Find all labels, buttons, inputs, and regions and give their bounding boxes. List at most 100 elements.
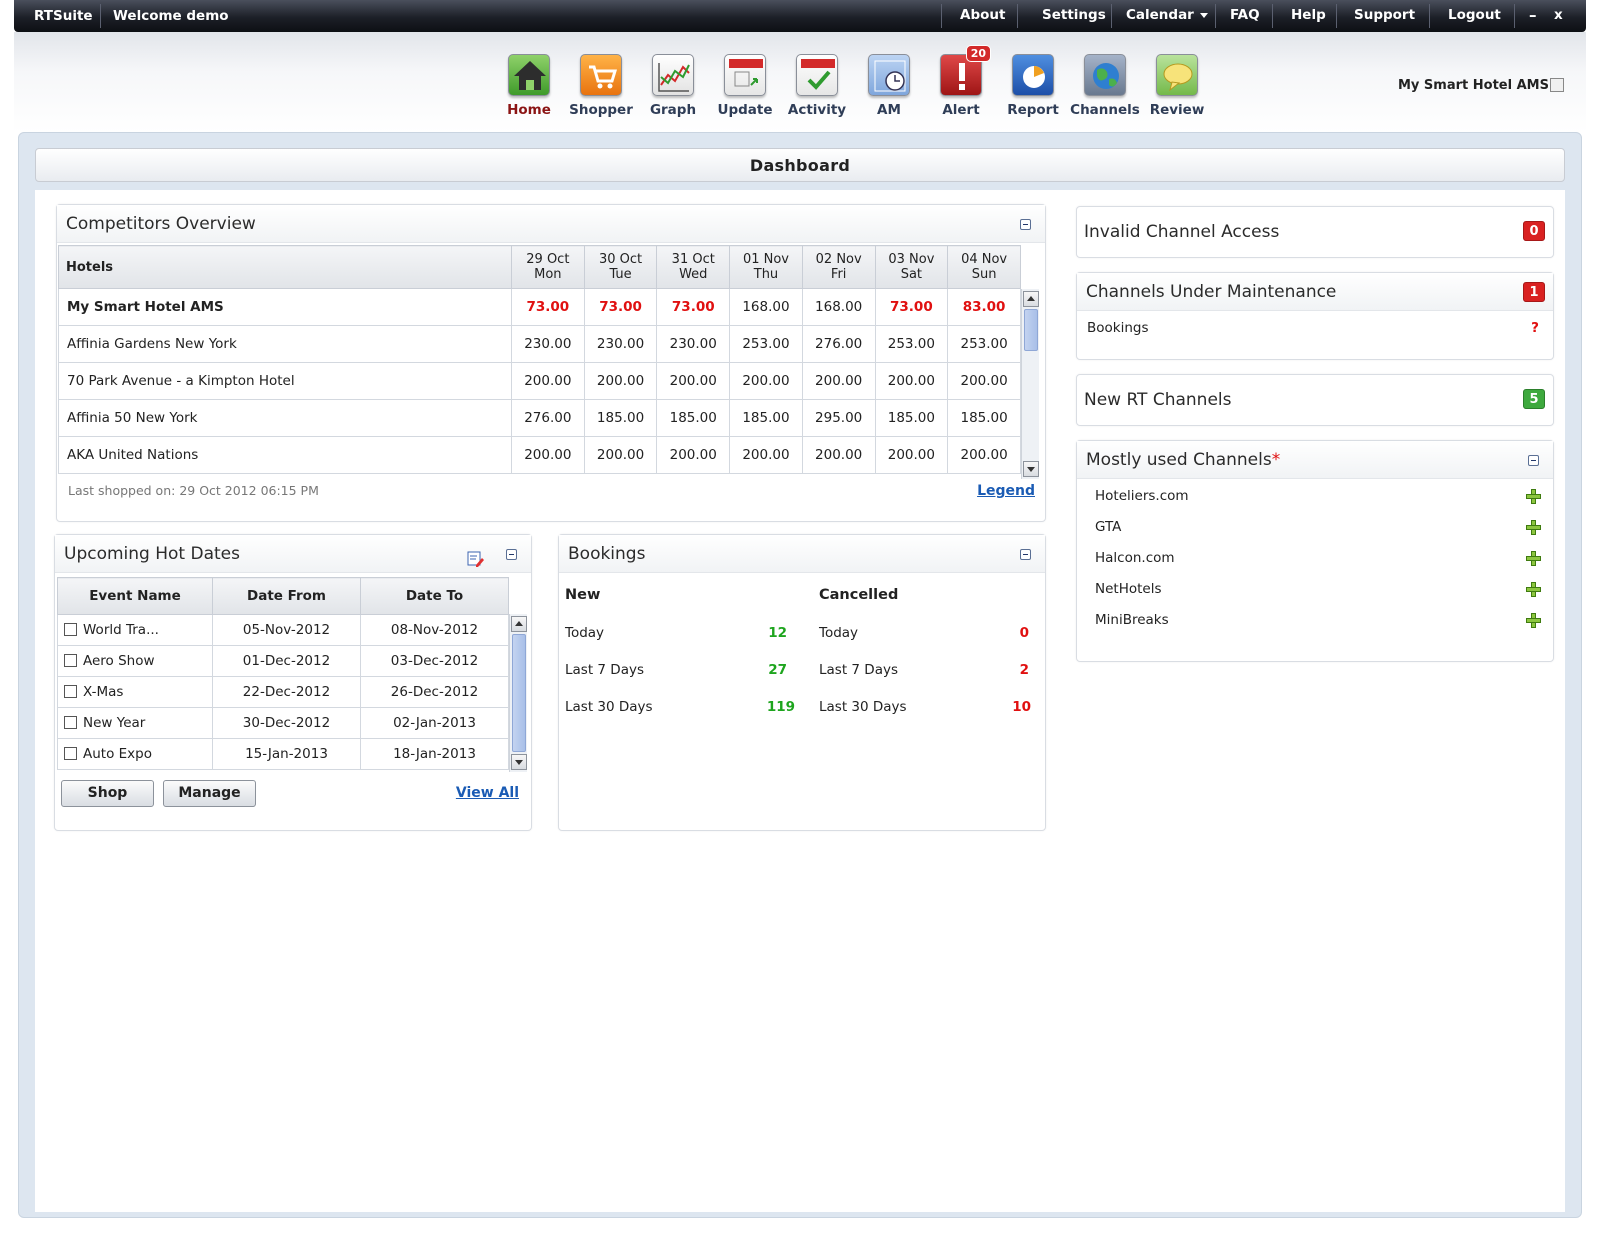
rate-cell[interactable]: 295.00: [801, 399, 876, 437]
cancelled-today-value[interactable]: 0: [989, 625, 1029, 641]
rate-cell[interactable]: 168.00: [801, 288, 876, 326]
rate-cell[interactable]: 73.00: [874, 288, 949, 326]
legend-link[interactable]: Legend: [977, 483, 1035, 499]
toolbar-review[interactable]: Review: [1142, 54, 1212, 118]
event-name-column-header[interactable]: Event Name: [57, 577, 213, 615]
hotel-name-cell[interactable]: Affinia 50 New York: [58, 399, 512, 437]
collapse-icon[interactable]: [506, 549, 517, 560]
channel-item-halcon[interactable]: Halcon.com: [1095, 550, 1175, 566]
toolbar-shopper[interactable]: Shopper: [566, 54, 636, 118]
maintenance-channel-item[interactable]: Bookings: [1087, 320, 1149, 336]
add-channel-icon[interactable]: [1526, 489, 1541, 504]
rate-cell[interactable]: 185.00: [656, 399, 731, 437]
close-icon[interactable]: x: [1554, 0, 1563, 32]
date-column-header[interactable]: 30 Oct Tue: [583, 245, 658, 289]
rate-cell[interactable]: 73.00: [511, 288, 585, 326]
new-today-value[interactable]: 12: [747, 625, 787, 641]
scroll-down-icon[interactable]: [1023, 461, 1039, 477]
rate-cell[interactable]: 200.00: [874, 362, 949, 400]
toolbar-am[interactable]: AM: [854, 54, 924, 118]
rate-cell[interactable]: 200.00: [656, 362, 731, 400]
rate-cell[interactable]: 200.00: [511, 436, 585, 474]
rate-cell[interactable]: 200.00: [583, 362, 658, 400]
add-channel-icon[interactable]: [1526, 582, 1541, 597]
event-name-cell[interactable]: X-Mas: [57, 676, 213, 708]
date-column-header[interactable]: 31 Oct Wed: [656, 245, 731, 289]
minimize-icon[interactable]: –: [1529, 0, 1537, 32]
date-column-header[interactable]: 01 Nov Thu: [729, 245, 803, 289]
toolbar-alert[interactable]: 20 Alert: [926, 45, 996, 118]
toolbar-channels[interactable]: Channels: [1070, 54, 1140, 118]
invalid-channel-access-panel[interactable]: Invalid Channel Access 0: [1076, 206, 1554, 258]
rate-cell[interactable]: 253.00: [947, 325, 1021, 363]
hotel-menu-icon[interactable]: [1550, 78, 1564, 92]
add-channel-icon[interactable]: [1526, 551, 1541, 566]
collapse-icon[interactable]: [1020, 219, 1031, 230]
menu-faq[interactable]: FAQ: [1230, 0, 1260, 32]
event-name-cell[interactable]: Aero Show: [57, 645, 213, 677]
rate-cell[interactable]: 276.00: [801, 325, 876, 363]
rate-cell[interactable]: 253.00: [729, 325, 803, 363]
collapse-icon[interactable]: [1528, 455, 1539, 466]
hotel-name-cell[interactable]: My Smart Hotel AMS: [58, 288, 512, 326]
rate-cell[interactable]: 185.00: [729, 399, 803, 437]
hotel-name-cell[interactable]: AKA United Nations: [58, 436, 512, 474]
rate-cell[interactable]: 200.00: [656, 436, 731, 474]
toolbar-graph[interactable]: Graph: [638, 54, 708, 118]
date-column-header[interactable]: 02 Nov Fri: [801, 245, 876, 289]
maintenance-status-icon[interactable]: ?: [1531, 320, 1539, 336]
toolbar-home[interactable]: Home: [494, 54, 564, 118]
manage-button[interactable]: Manage: [163, 780, 256, 807]
rate-cell[interactable]: 276.00: [511, 399, 585, 437]
rate-cell[interactable]: 200.00: [583, 436, 658, 474]
channel-item-minibreaks[interactable]: MiniBreaks: [1095, 612, 1169, 628]
cancelled-30days-value[interactable]: 10: [989, 699, 1031, 715]
hotel-name-cell[interactable]: Affinia Gardens New York: [58, 325, 512, 363]
new-30days-value[interactable]: 119: [747, 699, 795, 715]
rate-cell[interactable]: 168.00: [729, 288, 803, 326]
row-checkbox[interactable]: [64, 685, 77, 698]
rate-cell[interactable]: 200.00: [801, 362, 876, 400]
rate-cell[interactable]: 200.00: [729, 436, 803, 474]
menu-logout[interactable]: Logout: [1448, 0, 1501, 32]
view-all-link[interactable]: View All: [456, 785, 519, 801]
rate-cell[interactable]: 83.00: [947, 288, 1021, 326]
scroll-up-icon[interactable]: [1023, 291, 1039, 307]
new-7days-value[interactable]: 27: [747, 662, 787, 678]
rate-cell[interactable]: 200.00: [511, 362, 585, 400]
menu-about[interactable]: About: [960, 0, 1005, 32]
event-name-cell[interactable]: Auto Expo: [57, 738, 213, 770]
row-checkbox[interactable]: [64, 623, 77, 636]
date-to-column-header[interactable]: Date To: [360, 577, 509, 615]
channel-item-nethotels[interactable]: NetHotels: [1095, 581, 1162, 597]
menu-calendar[interactable]: Calendar: [1126, 0, 1208, 32]
date-column-header[interactable]: 04 Nov Sun: [947, 245, 1021, 289]
rate-cell[interactable]: 185.00: [947, 399, 1021, 437]
menu-settings[interactable]: Settings: [1042, 0, 1106, 32]
scroll-up-icon[interactable]: [511, 616, 527, 632]
row-checkbox[interactable]: [64, 716, 77, 729]
add-channel-icon[interactable]: [1526, 613, 1541, 628]
shop-button[interactable]: Shop: [61, 780, 154, 807]
rate-cell[interactable]: 185.00: [583, 399, 658, 437]
add-channel-icon[interactable]: [1526, 520, 1541, 535]
edit-list-icon[interactable]: [467, 544, 484, 567]
toolbar-report[interactable]: Report: [998, 54, 1068, 118]
row-checkbox[interactable]: [64, 654, 77, 667]
channel-item-hoteliers[interactable]: Hoteliers.com: [1095, 488, 1189, 504]
scroll-thumb[interactable]: [512, 634, 526, 752]
rate-cell[interactable]: 73.00: [656, 288, 731, 326]
menu-support[interactable]: Support: [1354, 0, 1415, 32]
menu-help[interactable]: Help: [1291, 0, 1326, 32]
date-from-column-header[interactable]: Date From: [212, 577, 361, 615]
row-checkbox[interactable]: [64, 747, 77, 760]
rate-cell[interactable]: 200.00: [801, 436, 876, 474]
rate-cell[interactable]: 200.00: [947, 436, 1021, 474]
channel-item-gta[interactable]: GTA: [1095, 519, 1121, 535]
rate-cell[interactable]: 73.00: [583, 288, 658, 326]
rate-cell[interactable]: 253.00: [874, 325, 949, 363]
scroll-down-icon[interactable]: [511, 754, 527, 770]
date-column-header[interactable]: 29 Oct Mon: [511, 245, 585, 289]
rate-cell[interactable]: 230.00: [656, 325, 731, 363]
rate-cell[interactable]: 230.00: [583, 325, 658, 363]
